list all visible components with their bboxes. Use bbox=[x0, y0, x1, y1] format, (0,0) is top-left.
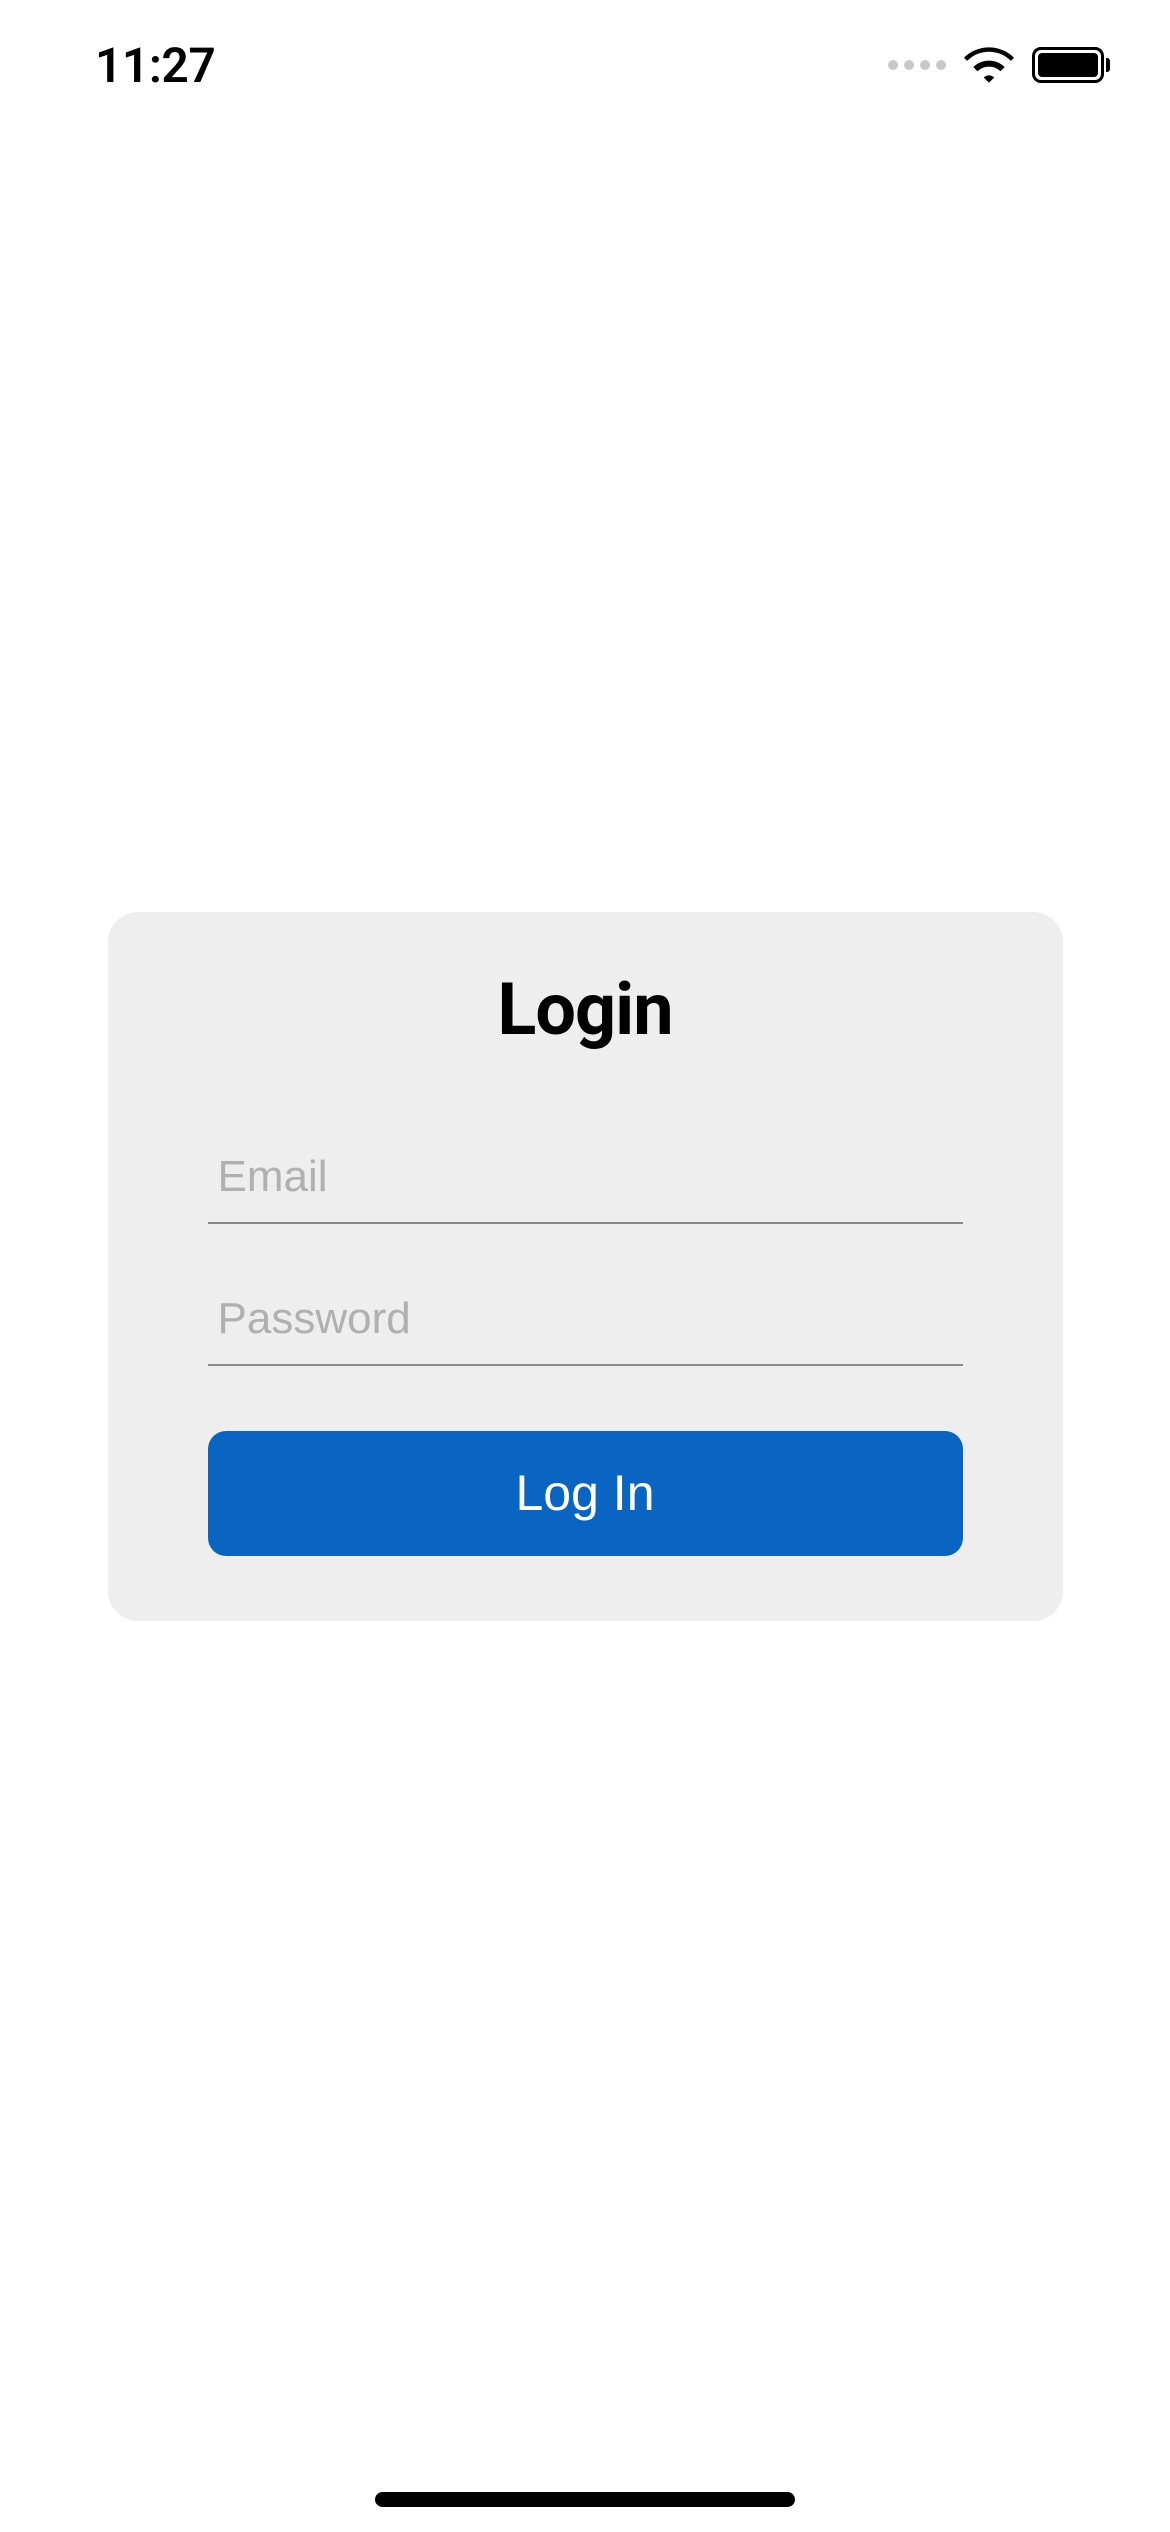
login-button[interactable]: Log In bbox=[208, 1431, 963, 1556]
password-field[interactable] bbox=[208, 1274, 963, 1366]
home-indicator[interactable] bbox=[375, 2492, 795, 2507]
login-title: Login bbox=[208, 967, 963, 1052]
login-card: Login Log In bbox=[108, 912, 1063, 1621]
main-content: Login Log In bbox=[0, 0, 1170, 2532]
email-field[interactable] bbox=[208, 1132, 963, 1224]
